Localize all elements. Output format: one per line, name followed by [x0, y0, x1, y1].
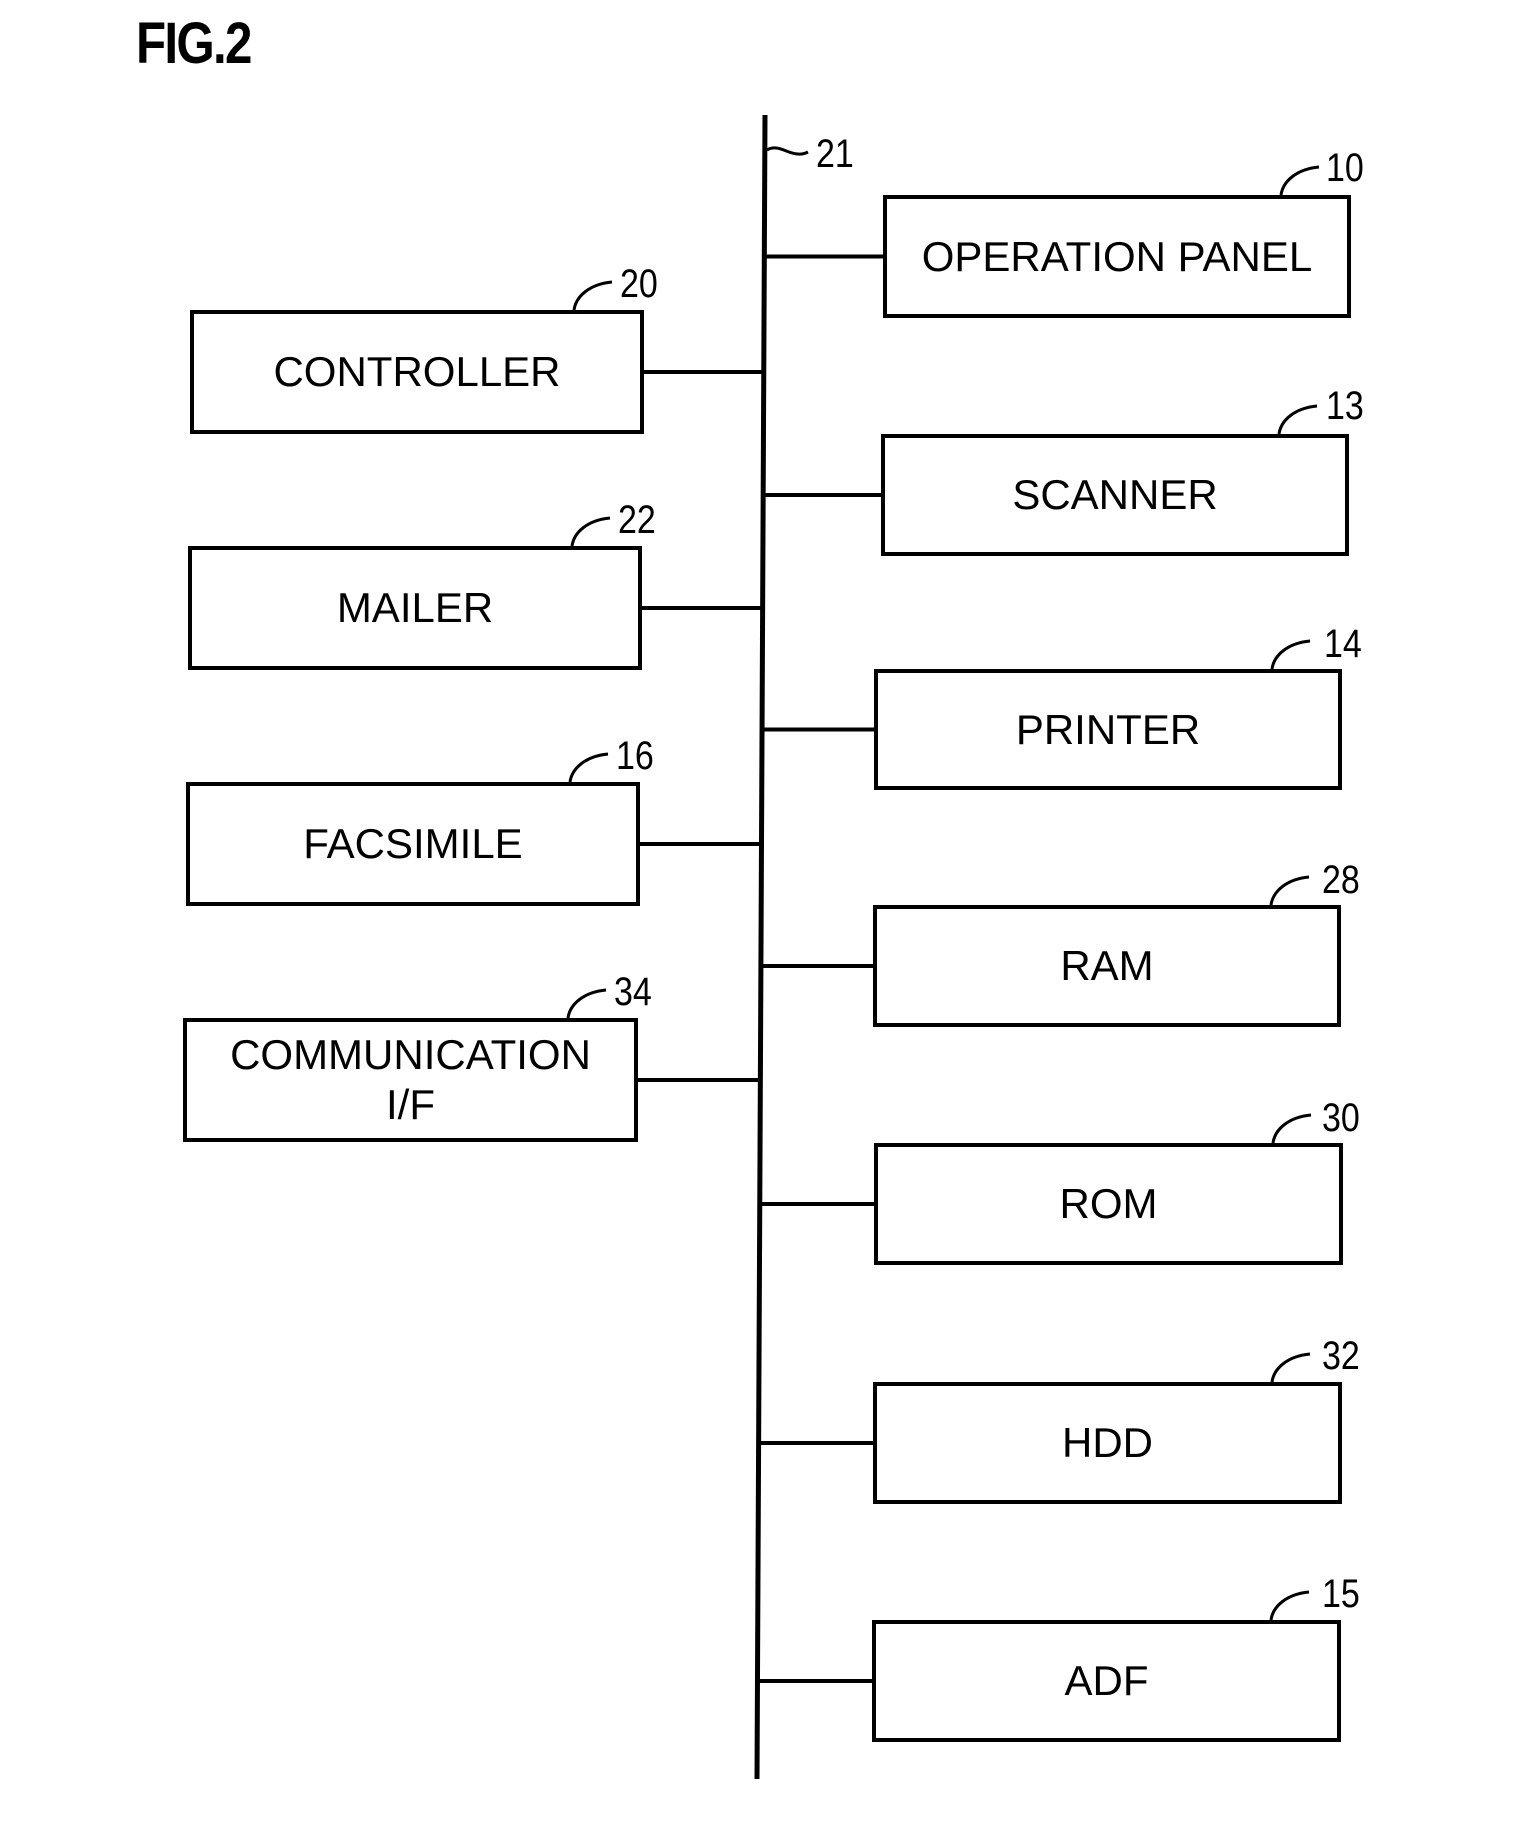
reference-leader-line: [570, 516, 611, 547]
facsimile-ref: 16: [616, 734, 654, 778]
communication-if-ref: 34: [614, 970, 652, 1014]
adf-block: ADF: [872, 1620, 1341, 1742]
printer-block: PRINTER: [874, 669, 1342, 790]
controller-ref: 20: [620, 262, 658, 306]
block-label: SCANNER: [1012, 471, 1218, 518]
block-label: CONTROLLER: [273, 348, 561, 395]
ram-block: RAM: [873, 905, 1341, 1027]
block-label: OPERATION PANEL: [921, 232, 1313, 280]
communication-if-block: COMMUNICATION I/F: [183, 1018, 638, 1142]
rom-ref: 30: [1322, 1096, 1360, 1140]
mailer-block: MAILER: [188, 546, 642, 670]
scanner-block: SCANNER: [881, 434, 1349, 556]
block-label: RAM: [1060, 942, 1154, 989]
ram-ref: 28: [1322, 858, 1360, 902]
facsimile-block: FACSIMILE: [186, 782, 640, 906]
scanner-ref: 13: [1326, 384, 1364, 428]
controller-block: CONTROLLER: [190, 310, 644, 434]
reference-leader-line: [1270, 639, 1311, 670]
block-label: MAILER: [336, 584, 494, 631]
reference-leader-line: [1269, 875, 1310, 906]
block-label: ADF: [1064, 1657, 1149, 1704]
reference-leader-line: [1270, 1352, 1311, 1383]
reference-leader-line: [1269, 1590, 1310, 1621]
bus-ref-label: 21: [816, 132, 854, 176]
block-label: FACSIMILE: [303, 820, 523, 867]
hdd-ref: 32: [1322, 1334, 1360, 1378]
printer-ref: 14: [1324, 622, 1362, 666]
block-label: ROM: [1059, 1180, 1158, 1227]
rom-block: ROM: [874, 1143, 1343, 1265]
reference-leader-line: [566, 988, 607, 1019]
operation-panel-ref: 10: [1326, 146, 1364, 190]
block-label: HDD: [1062, 1419, 1153, 1466]
bus-leader-line: [766, 146, 809, 156]
reference-leader-line: [568, 752, 609, 783]
operation-panel-block: OPERATION PANEL: [883, 195, 1351, 318]
block-label: PRINTER: [1015, 705, 1201, 753]
block-label: COMMUNICATION I/F: [230, 1031, 591, 1128]
reference-leader-line: [1279, 165, 1320, 196]
adf-ref: 15: [1322, 1572, 1360, 1616]
reference-leader-line: [572, 280, 613, 311]
hdd-block: HDD: [873, 1382, 1342, 1504]
reference-leader-line: [1271, 1113, 1312, 1144]
reference-leader-line: [1277, 404, 1318, 435]
system-bus: [754, 114, 768, 1780]
mailer-ref: 22: [618, 498, 656, 542]
